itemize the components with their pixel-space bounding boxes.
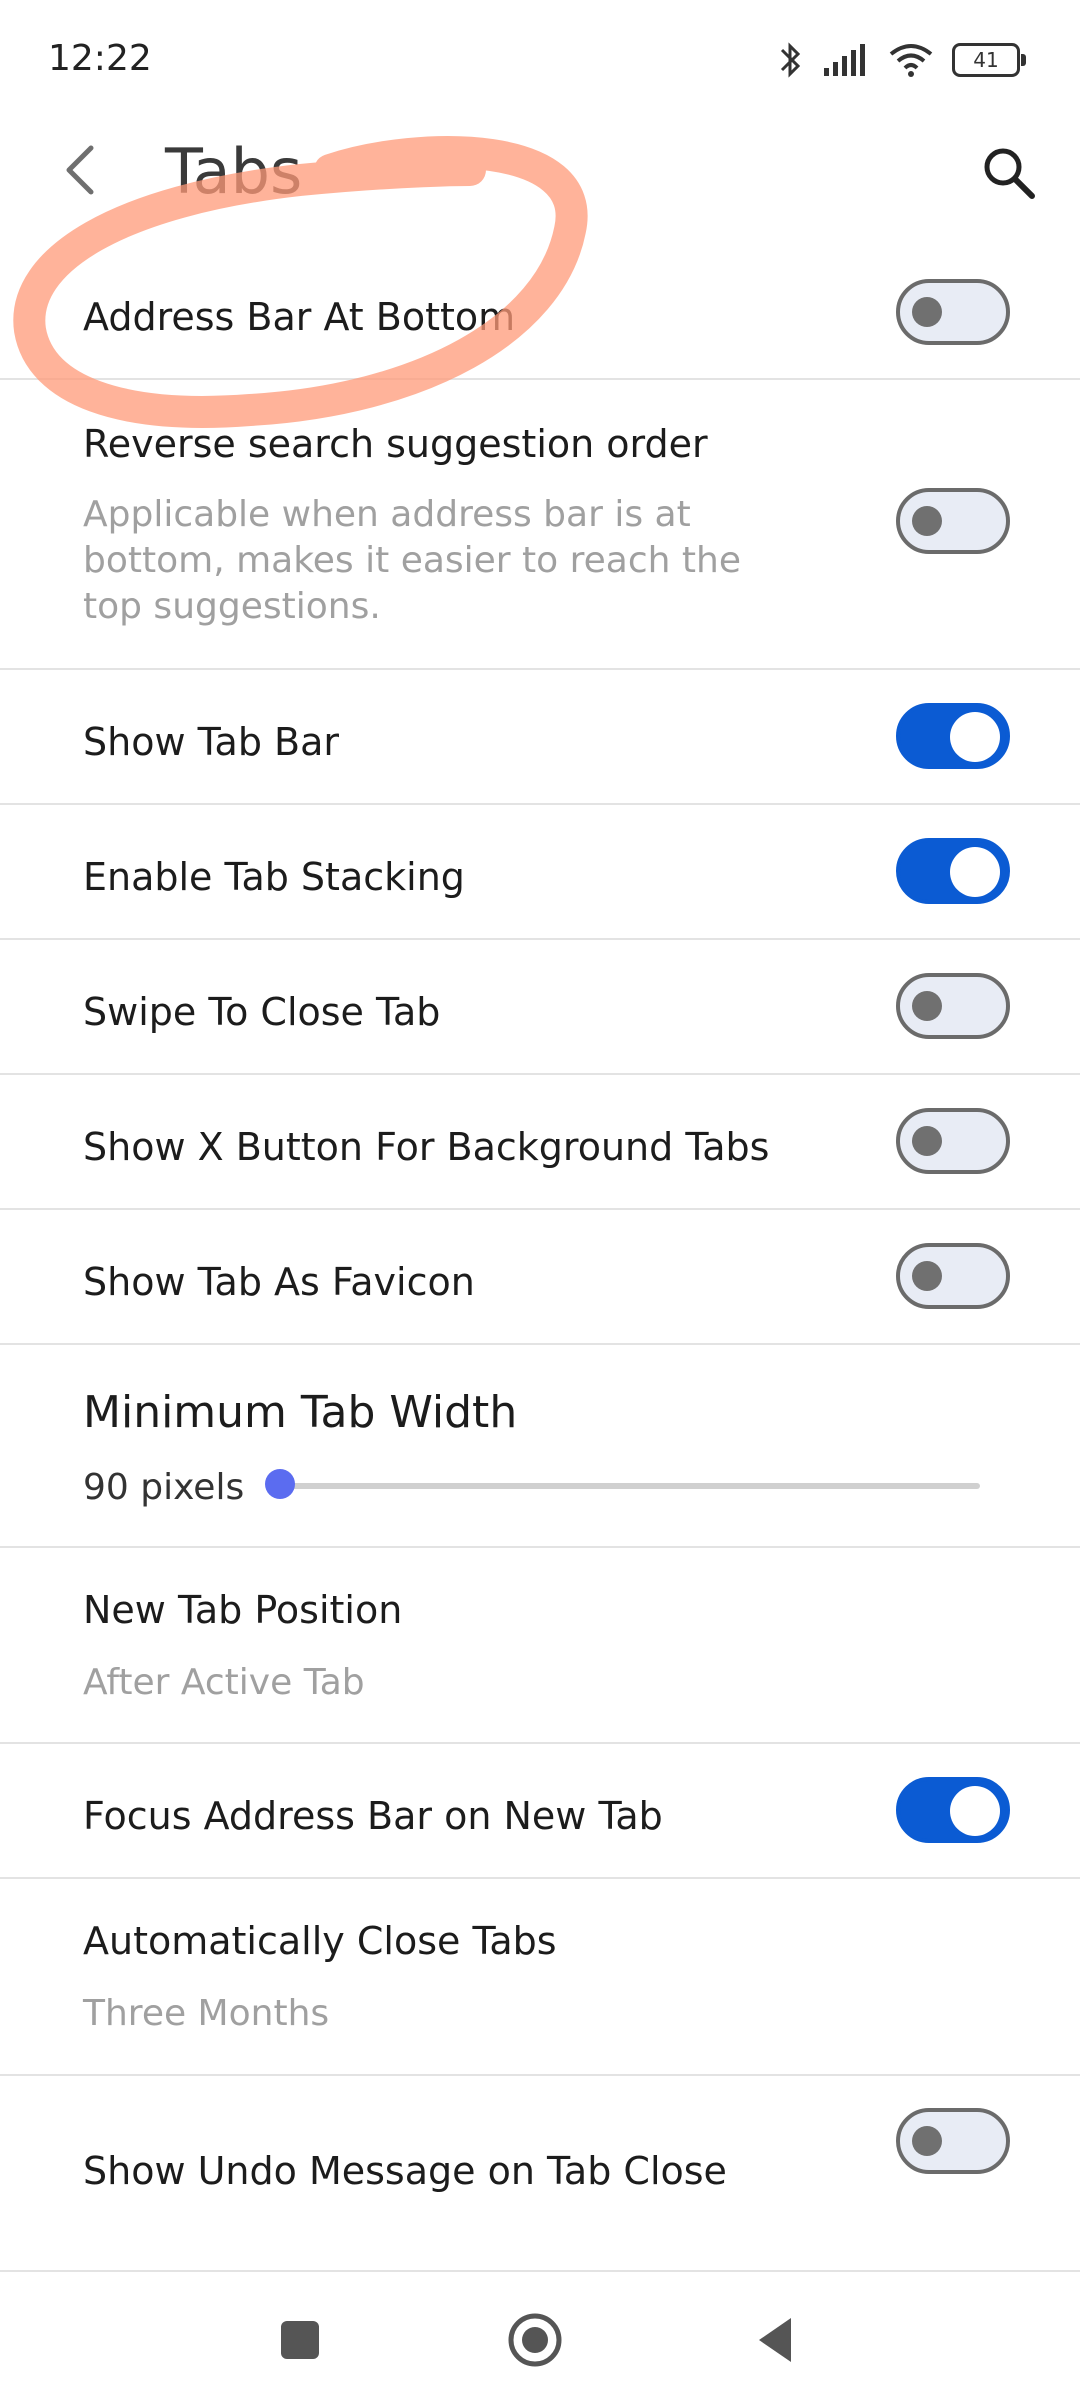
setting-description: Applicable when address bar is at bottom… [83, 494, 741, 627]
toggle-switch[interactable] [896, 2108, 1010, 2174]
setting-show-tab-bar[interactable]: Show Tab Bar [0, 670, 1080, 805]
signal-icon [824, 44, 865, 76]
triangle-back-icon[interactable] [745, 2310, 805, 2370]
setting-label: Focus Address Bar on New Tab [83, 1794, 663, 1838]
toggle-knob [912, 1126, 942, 1156]
status-icons: 41 [778, 38, 1026, 82]
toggle-knob [912, 506, 942, 536]
toggle-knob [950, 847, 1000, 897]
toggle-switch[interactable] [896, 1243, 1010, 1309]
setting-new-tab-position[interactable]: New Tab Position After Active Tab [0, 1548, 1080, 1744]
circle-icon[interactable] [505, 2310, 565, 2370]
status-bar: 12:22 41 [0, 0, 1080, 120]
setting-label: Reverse search suggestion order [83, 422, 708, 466]
toggle-knob [912, 297, 942, 327]
setting-label: New Tab Position [83, 1588, 403, 1632]
setting-reverse-suggestion-order[interactable]: Reverse search suggestion order Applicab… [0, 380, 1080, 670]
system-navigation-bar [0, 2270, 1080, 2402]
toggle-knob [912, 991, 942, 1021]
bluetooth-icon [780, 42, 801, 78]
setting-label: Show Undo Message on Tab Close [83, 2149, 727, 2193]
setting-auto-close-tabs[interactable]: Automatically Close Tabs Three Months [0, 1879, 1080, 2076]
setting-label: Address Bar At Bottom [83, 295, 516, 339]
toggle-knob [912, 2126, 942, 2156]
toggle-switch[interactable] [896, 1108, 1010, 1174]
setting-label: Swipe To Close Tab [83, 990, 441, 1034]
slider-track[interactable] [280, 1483, 980, 1489]
setting-label: Show Tab Bar [83, 720, 339, 764]
toggle-switch[interactable] [896, 973, 1010, 1039]
battery-icon: 41 [952, 43, 1026, 77]
page-title: Tabs [165, 135, 303, 208]
setting-value: After Active Tab [83, 1662, 365, 1703]
toggle-knob [912, 1261, 942, 1291]
setting-undo-message[interactable]: Show Undo Message on Tab Close [0, 2076, 1080, 2270]
setting-label: Enable Tab Stacking [83, 855, 465, 899]
wifi-icon [889, 44, 933, 77]
square-icon[interactable] [270, 2310, 330, 2370]
toggle-knob [950, 1786, 1000, 1836]
setting-label: Show X Button For Background Tabs [83, 1125, 770, 1169]
setting-minimum-tab-width: Minimum Tab Width 90 pixels [0, 1345, 1080, 1548]
status-time: 12:22 [48, 38, 152, 79]
setting-label: Minimum Tab Width [83, 1387, 518, 1438]
toggle-switch[interactable] [896, 279, 1010, 345]
toggle-switch[interactable] [896, 488, 1010, 554]
setting-label: Show Tab As Favicon [83, 1260, 475, 1304]
toggle-switch[interactable] [896, 703, 1010, 769]
chevron-left-icon[interactable] [55, 140, 115, 200]
slider-thumb[interactable] [265, 1469, 295, 1499]
setting-show-tab-as-favicon[interactable]: Show Tab As Favicon [0, 1210, 1080, 1345]
app-bar: Tabs [0, 120, 1080, 220]
setting-show-x-button[interactable]: Show X Button For Background Tabs [0, 1075, 1080, 1210]
toggle-switch[interactable] [896, 838, 1010, 904]
setting-address-bar-bottom[interactable]: Address Bar At Bottom [0, 250, 1080, 380]
setting-swipe-to-close-tab[interactable]: Swipe To Close Tab [0, 940, 1080, 1075]
setting-value: Three Months [83, 1993, 330, 2034]
slider-value: 90 pixels [83, 1467, 245, 1508]
search-icon[interactable] [976, 140, 1042, 206]
battery-level: 41 [973, 48, 999, 72]
toggle-knob [950, 712, 1000, 762]
toggle-switch[interactable] [896, 1777, 1010, 1843]
setting-focus-address-bar[interactable]: Focus Address Bar on New Tab [0, 1744, 1080, 1879]
setting-enable-tab-stacking[interactable]: Enable Tab Stacking [0, 805, 1080, 940]
setting-label: Automatically Close Tabs [83, 1919, 557, 1963]
